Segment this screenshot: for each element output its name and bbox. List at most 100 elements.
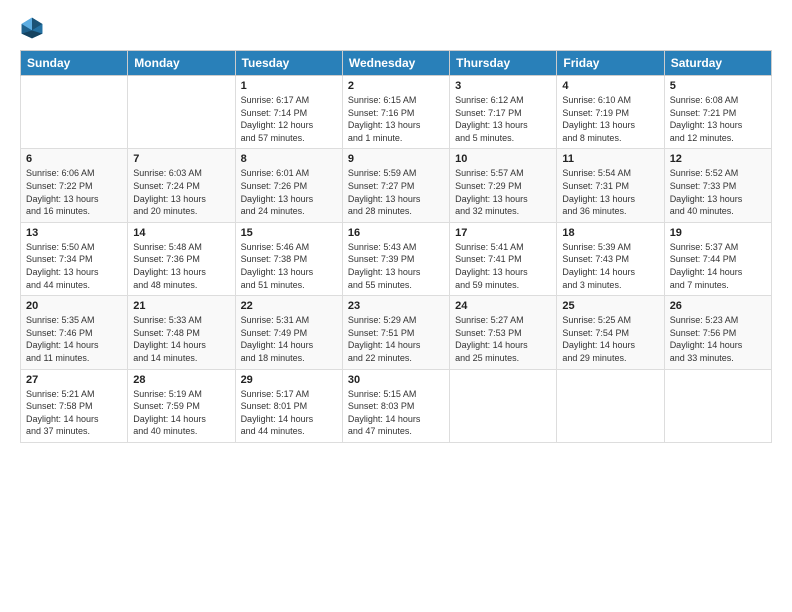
logo [20,16,46,40]
day-number: 18 [562,227,658,239]
day-number: 13 [26,227,122,239]
day-info: Sunrise: 5:19 AMSunset: 7:59 PMDaylight:… [133,388,229,438]
day-info: Sunrise: 5:25 AMSunset: 7:54 PMDaylight:… [562,314,658,364]
calendar-cell: 3 Sunrise: 6:12 AMSunset: 7:17 PMDaylight… [450,76,557,149]
day-number: 30 [348,374,444,386]
calendar-cell: 29 Sunrise: 5:17 AMSunset: 8:01 PMDayligh… [235,369,342,442]
calendar-cell [557,369,664,442]
calendar-cell: 9Sunrise: 5:59 AMSunset: 7:27 PMDaylight… [342,149,449,222]
calendar-cell: 10Sunrise: 5:57 AMSunset: 7:29 PMDayligh… [450,149,557,222]
calendar-cell [21,76,128,149]
day-number: 29 [241,374,337,386]
day-info: Sunrise: 6:01 AMSunset: 7:26 PMDaylight:… [241,167,337,217]
day-info: Sunrise: 6:17 AMSunset: 7:14 PMDaylight:… [241,94,337,144]
day-number: 5 [670,80,766,92]
day-number: 7 [133,153,229,165]
day-number: 3 [455,80,551,92]
calendar-cell: 2Sunrise: 6:15 AMSunset: 7:16 PMDaylight… [342,76,449,149]
day-number: 16 [348,227,444,239]
day-info: Sunrise: 5:48 AMSunset: 7:36 PMDaylight:… [133,241,229,291]
calendar-cell: 16Sunrise: 5:43 AMSunset: 7:39 PMDayligh… [342,222,449,295]
calendar-cell: 28 Sunrise: 5:19 AMSunset: 7:59 PMDayligh… [128,369,235,442]
day-info: Sunrise: 6:15 AMSunset: 7:16 PMDaylight:… [348,94,444,144]
calendar-cell [128,76,235,149]
page-header [20,16,772,40]
day-info: Sunrise: 5:27 AMSunset: 7:53 PMDaylight:… [455,314,551,364]
week-row-1: 1Sunrise: 6:17 AMSunset: 7:14 PMDaylight… [21,76,772,149]
column-header-saturday: Saturday [664,51,771,76]
calendar-cell: 6 Sunrise: 6:06 AMSunset: 7:22 PMDaylight… [21,149,128,222]
day-number: 14 [133,227,229,239]
day-info: Sunrise: 5:15 AMSunset: 8:03 PMDaylight:… [348,388,444,438]
day-info: Sunrise: 5:31 AMSunset: 7:49 PMDaylight:… [241,314,337,364]
day-number: 24 [455,300,551,312]
day-number: 28 [133,374,229,386]
calendar-cell [664,369,771,442]
calendar-cell: 20Sunrise: 5:35 AMSunset: 7:46 PMDayligh… [21,296,128,369]
week-row-3: 13 Sunrise: 5:50 AMSunset: 7:34 PMDayligh… [21,222,772,295]
day-info: Sunrise: 6:06 AMSunset: 7:22 PMDaylight:… [26,167,122,217]
calendar-cell: 19Sunrise: 5:37 AMSunset: 7:44 PMDayligh… [664,222,771,295]
calendar-cell: 13 Sunrise: 5:50 AMSunset: 7:34 PMDayligh… [21,222,128,295]
day-number: 12 [670,153,766,165]
column-header-wednesday: Wednesday [342,51,449,76]
calendar-cell: 1Sunrise: 6:17 AMSunset: 7:14 PMDaylight… [235,76,342,149]
calendar-cell [450,369,557,442]
day-info: Sunrise: 5:17 AMSunset: 8:01 PMDaylight:… [241,388,337,438]
calendar-cell: 8 Sunrise: 6:01 AMSunset: 7:26 PMDaylight… [235,149,342,222]
day-info: Sunrise: 5:50 AMSunset: 7:34 PMDaylight:… [26,241,122,291]
day-info: Sunrise: 6:10 AMSunset: 7:19 PMDaylight:… [562,94,658,144]
day-number: 8 [241,153,337,165]
day-info: Sunrise: 5:57 AMSunset: 7:29 PMDaylight:… [455,167,551,217]
day-info: Sunrise: 5:39 AMSunset: 7:43 PMDaylight:… [562,241,658,291]
day-number: 17 [455,227,551,239]
day-number: 23 [348,300,444,312]
day-number: 22 [241,300,337,312]
calendar-table: SundayMondayTuesdayWednesdayThursdayFrid… [20,50,772,443]
calendar-cell: 15 Sunrise: 5:46 AMSunset: 7:38 PMDayligh… [235,222,342,295]
day-info: Sunrise: 5:21 AMSunset: 7:58 PMDaylight:… [26,388,122,438]
day-number: 25 [562,300,658,312]
calendar-cell: 26 Sunrise: 5:23 AMSunset: 7:56 PMDayligh… [664,296,771,369]
calendar-cell: 11 Sunrise: 5:54 AMSunset: 7:31 PMDayligh… [557,149,664,222]
day-info: Sunrise: 5:29 AMSunset: 7:51 PMDaylight:… [348,314,444,364]
day-number: 15 [241,227,337,239]
column-header-sunday: Sunday [21,51,128,76]
column-header-row: SundayMondayTuesdayWednesdayThursdayFrid… [21,51,772,76]
day-number: 26 [670,300,766,312]
day-info: Sunrise: 5:41 AMSunset: 7:41 PMDaylight:… [455,241,551,291]
column-header-friday: Friday [557,51,664,76]
calendar-cell: 17 Sunrise: 5:41 AMSunset: 7:41 PMDayligh… [450,222,557,295]
calendar-cell: 22 Sunrise: 5:31 AMSunset: 7:49 PMDayligh… [235,296,342,369]
calendar-cell: 5 Sunrise: 6:08 AMSunset: 7:21 PMDaylight… [664,76,771,149]
day-info: Sunrise: 6:08 AMSunset: 7:21 PMDaylight:… [670,94,766,144]
column-header-thursday: Thursday [450,51,557,76]
day-number: 6 [26,153,122,165]
day-info: Sunrise: 5:54 AMSunset: 7:31 PMDaylight:… [562,167,658,217]
day-info: Sunrise: 6:12 AMSunset: 7:17 PMDaylight:… [455,94,551,144]
calendar-cell: 27 Sunrise: 5:21 AMSunset: 7:58 PMDayligh… [21,369,128,442]
day-info: Sunrise: 5:46 AMSunset: 7:38 PMDaylight:… [241,241,337,291]
day-number: 9 [348,153,444,165]
day-number: 21 [133,300,229,312]
column-header-monday: Monday [128,51,235,76]
calendar-cell: 21 Sunrise: 5:33 AMSunset: 7:48 PMDayligh… [128,296,235,369]
day-number: 27 [26,374,122,386]
week-row-4: 20Sunrise: 5:35 AMSunset: 7:46 PMDayligh… [21,296,772,369]
day-info: Sunrise: 5:52 AMSunset: 7:33 PMDaylight:… [670,167,766,217]
calendar-cell: 24 Sunrise: 5:27 AMSunset: 7:53 PMDayligh… [450,296,557,369]
day-info: Sunrise: 6:03 AMSunset: 7:24 PMDaylight:… [133,167,229,217]
day-info: Sunrise: 5:23 AMSunset: 7:56 PMDaylight:… [670,314,766,364]
day-info: Sunrise: 5:35 AMSunset: 7:46 PMDaylight:… [26,314,122,364]
calendar-cell: 18 Sunrise: 5:39 AMSunset: 7:43 PMDayligh… [557,222,664,295]
column-header-tuesday: Tuesday [235,51,342,76]
day-number: 4 [562,80,658,92]
calendar-cell: 23 Sunrise: 5:29 AMSunset: 7:51 PMDayligh… [342,296,449,369]
calendar-cell: 25 Sunrise: 5:25 AMSunset: 7:54 PMDayligh… [557,296,664,369]
day-number: 11 [562,153,658,165]
calendar-cell: 7 Sunrise: 6:03 AMSunset: 7:24 PMDaylight… [128,149,235,222]
day-info: Sunrise: 5:33 AMSunset: 7:48 PMDaylight:… [133,314,229,364]
week-row-2: 6 Sunrise: 6:06 AMSunset: 7:22 PMDaylight… [21,149,772,222]
calendar-cell: 12 Sunrise: 5:52 AMSunset: 7:33 PMDayligh… [664,149,771,222]
calendar-cell: 14 Sunrise: 5:48 AMSunset: 7:36 PMDayligh… [128,222,235,295]
